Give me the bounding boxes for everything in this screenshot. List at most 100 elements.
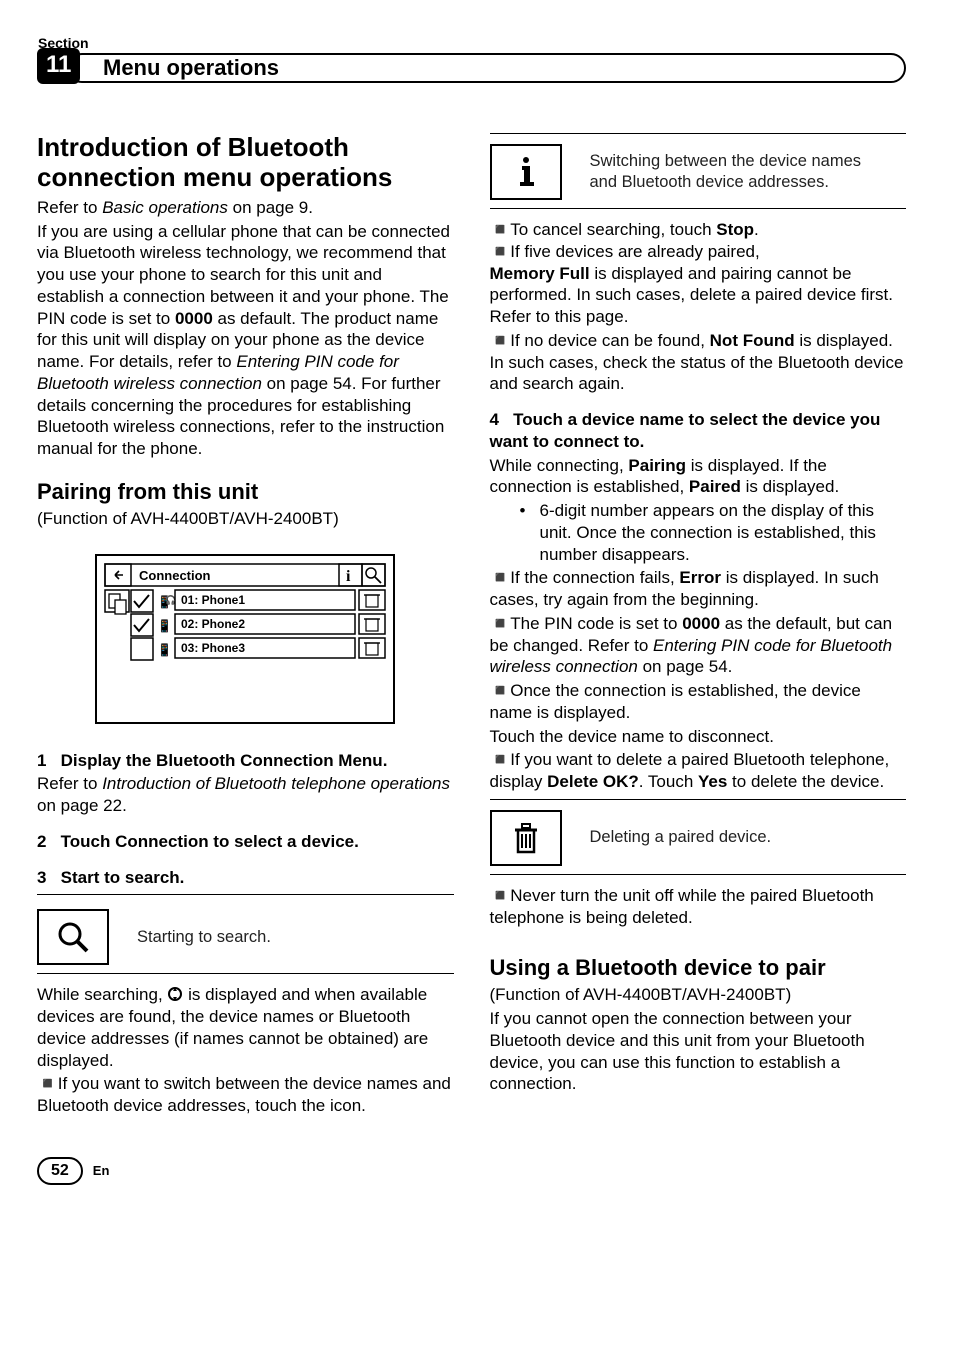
step-text: Touch Connection to select a device. [61,832,359,851]
page-number: 52 [37,1157,83,1185]
connection-menu-screenshot: Connection i [95,544,395,734]
error-label: Error [679,568,721,587]
text: on page 22. [37,796,127,815]
chapter-title: Menu operations [103,55,279,81]
divider [490,133,907,134]
intro-body: If you are using a cellular phone that c… [37,221,454,460]
pin-code-label: 0000 [682,614,720,633]
search-icon [55,919,91,955]
trash-icon-row: Deleting a paired device. [490,810,907,866]
function-note-2: (Function of AVH-4400BT/AVH-2400BT) [490,984,907,1006]
bullet-square-icon: ◾ [490,330,506,352]
never-off-text: ◾ Never turn the unit off while the pair… [490,885,907,929]
step-3: 3 Start to search. [37,867,454,889]
info-icon [514,154,538,190]
memory-full-text: Memory Full is displayed and pairing can… [490,263,907,328]
search-icon-row: Starting to search. [37,909,454,965]
text: If you want to switch between the device… [37,1074,451,1115]
text: If no device can be found, [510,331,709,350]
screenshot-item-2: 03: Phone3 [181,641,245,655]
svg-text:📱: 📱 [157,643,172,657]
pin-default: 0000 [175,309,213,328]
svg-text:📱: 📱 [157,619,172,633]
divider [490,874,907,875]
text: While searching, [37,985,167,1004]
pairing-label: Pairing [628,456,686,475]
text: on page 9. [228,198,313,217]
text: Never turn the unit off while the paired… [490,886,874,927]
trash-col [359,590,385,658]
step-text: Display the Bluetooth Connection Menu. [61,751,388,770]
step-number: 4 [490,410,499,429]
text: . Touch [639,772,698,791]
bt-col: 📱 🎧 📱 📱 [157,594,176,657]
step-text: Touch a device name to select the device… [490,410,881,451]
bullet-square-icon: ◾ [490,219,506,241]
error-text: ◾ If the connection fails, Error is disp… [490,567,907,611]
search-icon-frame [37,909,109,965]
bullet-square-icon: ◾ [490,567,506,589]
switch-bullet: ◾ If you want to switch between the devi… [37,1073,454,1117]
stop-label: Stop [716,220,754,239]
bullet-square-icon: ◾ [37,1073,53,1095]
six-digit-note: 6-digit number appears on the display of… [490,500,907,565]
chapter-title-pill: Menu operations [67,53,906,83]
screenshot-item-1: 02: Phone2 [181,617,245,631]
five-devices-bullet: ◾ If five devices are already paired, [490,241,907,263]
bullet-square-icon: ◾ [490,680,506,702]
search-desc: Starting to search. [137,927,271,948]
checkbox-col [131,590,153,660]
text: . [754,220,759,239]
paired-label: Paired [689,477,741,496]
divider [490,208,907,209]
chapter-number-badge: 11 [37,48,80,84]
two-column-body: Introduction of Bluetooth connection men… [37,133,906,1117]
document-page: Section 11 Menu operations Introduction … [0,0,954,1215]
step-text: Start to search. [61,868,185,887]
step-2: 2 Touch Connection to select a device. [37,831,454,853]
text: The PIN code is set to [510,614,682,633]
text: to delete the device. [727,772,884,791]
step-1-ref: Refer to Introduction of Bluetooth telep… [37,773,454,817]
trash-icon-frame [490,810,562,866]
intro-refer: Refer to Basic operations on page 9. [37,197,454,219]
info-icon-row: Switching between the device names and B… [490,144,907,200]
bullet-square-icon: ◾ [490,613,506,635]
step-number: 3 [37,868,46,887]
subheading-using-bt: Using a Bluetooth device to pair [490,954,907,982]
function-note: (Function of AVH-4400BT/AVH-2400BT) [37,508,454,530]
divider [37,894,454,895]
section-heading-intro: Introduction of Bluetooth connection men… [37,133,454,193]
section-label: Section [38,35,906,51]
text: is displayed. [741,477,839,496]
text: To cancel searching, touch [510,220,716,239]
step-4: 4 Touch a device name to select the devi… [490,409,907,453]
divider [490,799,907,800]
pin-text: ◾ The PIN code is set to 0000 as the def… [490,613,907,678]
step-number: 1 [37,751,46,770]
pairing-text: While connecting, Pairing is displayed. … [490,455,907,499]
screenshot-item-0: 01: Phone1 [181,593,245,607]
connection-menu-svg: Connection i [95,544,395,734]
cancel-bullet: ◾ To cancel searching, touch Stop. [490,219,907,241]
svg-text:i: i [346,568,351,585]
info-desc: Switching between the device names and B… [590,151,880,192]
bullet-square-icon: ◾ [490,885,506,907]
trash-desc: Deleting a paired device. [590,827,772,848]
text: Refer to [37,774,102,793]
text: Refer to [37,198,102,217]
not-found-text: ◾ If no device can be found, Not Found i… [490,330,907,395]
spinner-icon [167,986,183,1002]
text: on page 54. [638,657,733,676]
bullet-square-icon: ◾ [490,749,506,771]
touch-disconnect-text: Touch the device name to disconnect. [490,726,907,748]
step-number: 2 [37,832,46,851]
yes-label: Yes [698,772,727,791]
subheading-pairing: Pairing from this unit [37,478,454,506]
text: While connecting, [490,456,629,475]
reference-italic: Introduction of Bluetooth telephone oper… [102,774,450,793]
text: If the connection fails, [510,568,679,587]
screenshot-title: Connection [139,568,211,583]
divider [37,973,454,974]
info-icon-frame [490,144,562,200]
